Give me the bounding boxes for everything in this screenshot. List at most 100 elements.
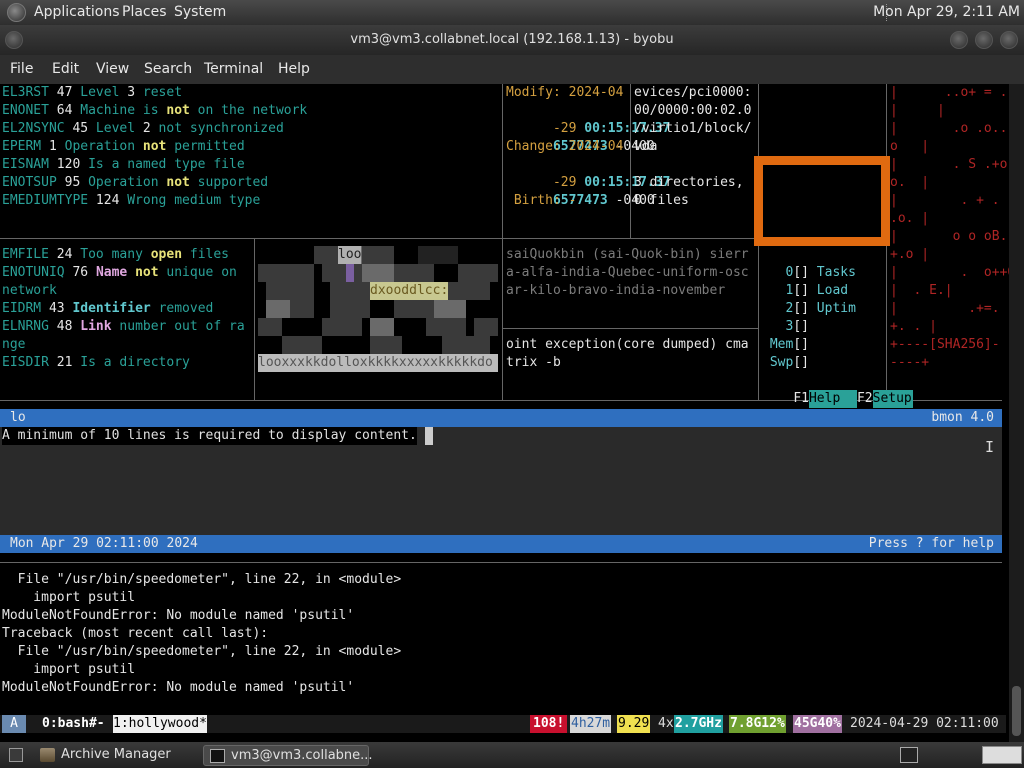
traceback-line: ModuleNotFoundError: No module named 'ps… (2, 608, 355, 623)
menu-file[interactable]: File (10, 61, 33, 77)
nato-line: saiQuokbin (sai-Quok-bin) sierr (506, 247, 749, 262)
errno-word: ELNRNG (2, 319, 49, 334)
sha-art-line: ----+ (890, 355, 930, 370)
applications-logo-icon[interactable] (7, 3, 26, 22)
errno-word: directory (119, 355, 190, 370)
stat-birth: Birth: - (506, 193, 577, 208)
nato-line: a-alfa-india-Quebec-uniform-osc (506, 265, 749, 280)
window-menu-icon[interactable] (5, 31, 23, 49)
panel-clock[interactable]: Mon Apr 29, 2:11 AM (873, 4, 1020, 20)
path-line: /virtio1/block/ (634, 121, 752, 136)
htop-row-label: 2 (762, 301, 794, 316)
sha-art-line: +. . | (890, 319, 937, 334)
window-tab-hollywood[interactable]: 1:hollywood* (113, 715, 207, 733)
updates-badge: 108! (530, 715, 568, 733)
bmon-header-bar: lo bmon 4.0 (0, 409, 1002, 427)
window-tab-bash[interactable]: 0:bash#- (42, 715, 105, 733)
traceback-line: File "/usr/bin/speedometer", line 22, in… (2, 572, 402, 587)
system-menu[interactable]: System (174, 4, 226, 20)
errno-word: number (119, 319, 167, 334)
window-title: vm3@vm3.collabnet.local (192.168.1.13) -… (350, 32, 674, 47)
errno-line: EPERM 1 Operation not permitted (2, 138, 245, 156)
places-menu[interactable]: Places (122, 4, 167, 20)
close-icon[interactable] (1000, 31, 1018, 49)
scrollbar-thumb[interactable] (1012, 686, 1021, 736)
uptime-badge: 4h27m (570, 715, 612, 733)
terminal-area[interactable]: EL3RST 47 Level 3 reset ENONET 64 Machine… (0, 84, 1024, 742)
errno-word: 24 (56, 247, 73, 262)
bmon-version: bmon 4.0 (931, 410, 994, 425)
sha-art-line: | .o .o.. (890, 121, 1008, 136)
htop-bracket: [] (793, 355, 809, 370)
errno-highlight: not (166, 103, 190, 118)
htop-bracket: [] (793, 337, 809, 352)
bmon-message: A minimum of 10 lines is required to dis… (2, 427, 417, 445)
htop-f1-label[interactable]: Help (808, 390, 857, 408)
htop-row-name: Load (808, 283, 849, 298)
sha-art-line: +----[SHA256]- (890, 337, 1000, 352)
errno-word: EMFILE (2, 247, 49, 262)
htop-row: 2[] Uptim (762, 300, 856, 318)
minimize-icon[interactable] (950, 31, 968, 49)
menu-terminal[interactable]: Terminal (204, 61, 263, 77)
errno-text: supported (189, 175, 269, 190)
taskbar-terminal[interactable]: vm3@vm3.collabne... (203, 745, 373, 766)
trash-area[interactable] (982, 746, 1022, 764)
errno-line: EMFILE 24 Too many open files (2, 246, 229, 264)
archive-manager-icon (40, 748, 55, 762)
window-titlebar[interactable]: vm3@vm3.collabnet.local (192.168.1.13) -… (0, 25, 1024, 55)
sha-art-line: | . + . .* (890, 193, 1024, 208)
htop-row: 3[] (762, 318, 809, 336)
sha-art-line: | | (890, 103, 945, 118)
menu-edit[interactable]: Edit (52, 61, 79, 77)
errno-number: 124 (95, 193, 120, 208)
errno-word: 43 (48, 301, 65, 316)
applications-menu[interactable]: Applications (34, 4, 120, 20)
errno-name: EL2NSYNC (2, 121, 73, 136)
workspace-switcher-icon[interactable] (900, 747, 918, 763)
errno-word (96, 355, 104, 370)
show-desktop-icon[interactable] (9, 748, 23, 762)
errno-line: EIDRM 43 Identifier removed (2, 300, 213, 318)
menu-help[interactable]: Help (278, 61, 310, 77)
htop-row-label: Swp (762, 355, 794, 370)
sha-art-line: o | (890, 139, 930, 154)
errno-word: out (174, 319, 198, 334)
htop-bracket: [] (793, 319, 809, 334)
bmon-interface[interactable]: lo (10, 409, 26, 427)
htop-row-name: Uptim (808, 301, 856, 316)
errno-number: 120 (56, 157, 81, 172)
htop-f1-key[interactable]: F1 (793, 391, 809, 406)
memory-badge: 7.8G12% (729, 715, 786, 733)
maximize-icon[interactable] (975, 31, 993, 49)
menu-view[interactable]: View (96, 61, 129, 77)
pane-divider (254, 238, 255, 400)
sha-art-line: | . S .+o (890, 157, 1008, 172)
htop-f2-key[interactable]: F2 (857, 391, 873, 406)
errno-name: ENOTSUP (2, 175, 65, 190)
htop-f2-label[interactable]: Setup (872, 390, 913, 408)
cpu-freq-badge: 2.7GHz (674, 715, 723, 733)
errno-word: ENOTUNIQ (2, 265, 65, 280)
terminal-scrollbar[interactable] (1009, 84, 1024, 742)
traceback-line: import psutil (2, 590, 136, 605)
stat-change-label: Change: 2024-04 (506, 139, 624, 154)
errno-word: 48 (56, 319, 73, 334)
menu-search[interactable]: Search (144, 61, 192, 77)
nato-line: ar-kilo-bravo-india-november (506, 283, 726, 298)
errno-name: EL3RST (2, 85, 57, 100)
errno-highlight: not (166, 175, 190, 190)
exception-line: oint exception(core dumped) cma (506, 337, 749, 352)
pane-divider (0, 238, 758, 239)
errno-word: Is (80, 355, 96, 370)
errno-line: EISDIR 21 Is a directory (2, 354, 190, 372)
orange-box (754, 156, 890, 246)
taskbar-archive-manager[interactable]: Archive Manager (34, 745, 198, 766)
errno-text: on the network (189, 103, 308, 118)
terminal-menubar: File Edit View Search Terminal Help (0, 55, 1024, 84)
errno-word (213, 265, 221, 280)
errno-word (41, 301, 49, 316)
figlet-bottom: looxxxkkdolloxkkkkxxxxxkkkkkdo (258, 354, 498, 372)
errno-text: Level (72, 85, 128, 100)
errno-text: Machine is (72, 103, 167, 118)
